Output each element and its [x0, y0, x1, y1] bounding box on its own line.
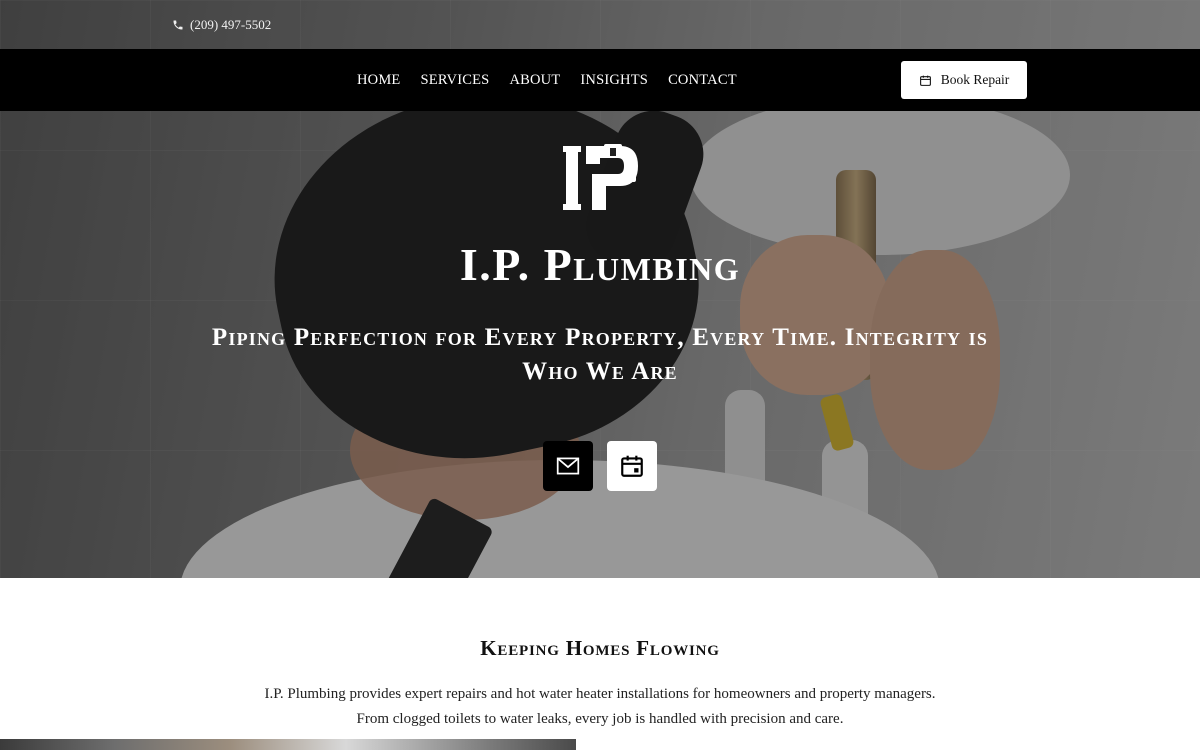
phone-number: (209) 497-5502 [190, 16, 272, 32]
phone-icon [173, 20, 183, 29]
bottom-photo [0, 739, 576, 750]
main-nav: HOME SERVICES ABOUT INSIGHTS CONTACT Boo… [0, 49, 1200, 111]
ip-logo [563, 144, 638, 210]
mail-icon [556, 457, 580, 475]
phone-link[interactable]: (209) 497-5502 [172, 17, 271, 33]
nav-about[interactable]: ABOUT [509, 72, 560, 89]
description-line-2: From clogged toilets to water leaks, eve… [356, 711, 844, 727]
nav-contact[interactable]: CONTACT [668, 72, 737, 89]
nav-links: HOME SERVICES ABOUT INSIGHTS CONTACT [357, 49, 737, 111]
top-bar: (209) 497-5502 [0, 0, 1200, 49]
hero-tagline: Piping Perfection for Every Property, Ev… [211, 324, 989, 385]
nav-services[interactable]: SERVICES [421, 72, 490, 89]
email-button[interactable] [543, 441, 593, 491]
section-title: Keeping Homes Flowing [480, 636, 720, 660]
hero-title: I.P. Plumbing [459, 239, 741, 290]
book-repair-label: Book Repair [940, 72, 1010, 87]
schedule-button[interactable] [607, 441, 657, 491]
section-description: I.P. Plumbing provides expert repairs an… [0, 682, 1200, 732]
nav-home[interactable]: HOME [357, 72, 401, 89]
book-repair-button[interactable]: Book Repair [901, 61, 1027, 99]
nav-insights[interactable]: INSIGHTS [580, 72, 648, 89]
calendar-icon [919, 75, 931, 86]
calendar-icon [621, 455, 643, 477]
description-line-1: I.P. Plumbing provides expert repairs an… [264, 686, 936, 702]
